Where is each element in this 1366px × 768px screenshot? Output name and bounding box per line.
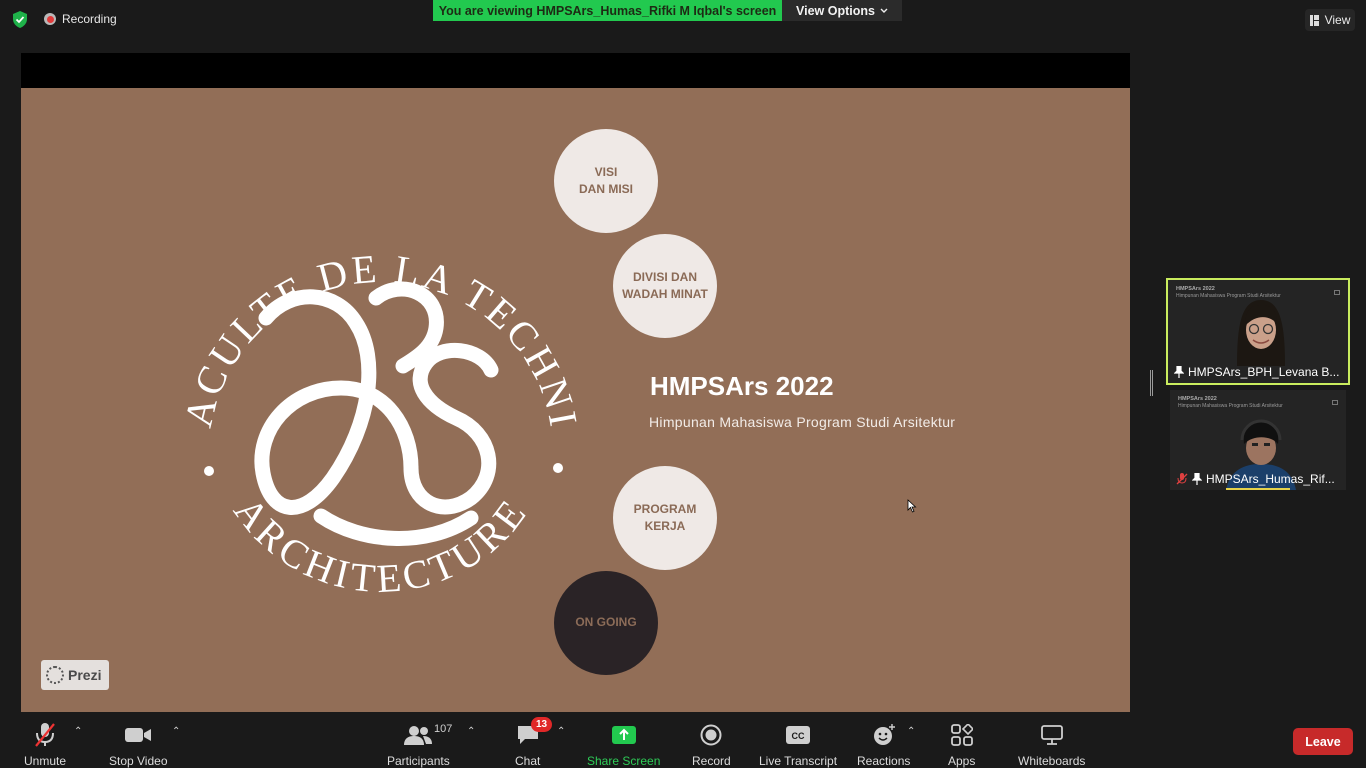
- participant-tile[interactable]: HMPSArs 2022 Himpunan Mahasiswa Program …: [1170, 390, 1346, 490]
- participant-name-bar: HMPSArs_BPH_Levana B...: [1168, 361, 1348, 383]
- pin-icon: [1174, 366, 1184, 378]
- live-transcript-button[interactable]: CC Live Transcript: [759, 722, 837, 768]
- bubble-program-kerja[interactable]: PROGRAM KERJA: [613, 466, 717, 570]
- microphone-muted-icon: [1176, 473, 1188, 485]
- unmute-button[interactable]: Unmute: [24, 722, 66, 768]
- share-screen-button[interactable]: Share Screen: [587, 722, 660, 768]
- shared-screen-slide: LA FACULTE DE LA TECHNIQUE ARCHITECTURE …: [21, 88, 1130, 712]
- chevron-down-icon: [880, 8, 888, 13]
- meeting-toolbar: Unmute ⌃ Stop Video ⌃ Participants 107 ⌃…: [0, 714, 1366, 768]
- mouse-cursor-icon: [907, 499, 917, 513]
- stop-video-label: Stop Video: [109, 754, 168, 768]
- participants-count: 107: [434, 723, 453, 735]
- participants-icon: [404, 726, 433, 745]
- audio-options-caret-icon[interactable]: ⌃: [74, 726, 82, 737]
- tile-mini-slide: HMPSArs 2022 Himpunan Mahasiswa Program …: [1178, 396, 1283, 410]
- chat-label: Chat: [515, 754, 541, 768]
- share-screen-label: Share Screen: [587, 754, 661, 768]
- chat-options-caret-icon[interactable]: ⌃: [557, 726, 565, 737]
- recording-icon: [44, 13, 56, 25]
- leave-button[interactable]: Leave: [1293, 728, 1353, 755]
- microphone-muted-icon: [35, 723, 55, 747]
- reactions-smiley-icon: [873, 724, 895, 745]
- pin-icon: [1192, 473, 1202, 485]
- tile-mini-title: HMPSArs 2022: [1178, 396, 1217, 402]
- prezi-badge[interactable]: Prezi: [41, 660, 109, 690]
- bubble-divisi-dan-wadah-minat[interactable]: DIVISI DAN WADAH MINAT: [613, 234, 717, 338]
- view-grid-icon: [1309, 14, 1319, 26]
- reactions-options-caret-icon[interactable]: ⌃: [907, 726, 915, 737]
- slide-title: HMPSArs 2022: [650, 371, 834, 401]
- view-options-label: View Options: [796, 3, 875, 18]
- reactions-label: Reactions: [857, 754, 911, 768]
- bubble-visi-dan-misi[interactable]: VISI DAN MISI: [554, 129, 658, 233]
- prezi-logo-icon: [46, 666, 64, 684]
- reactions-button[interactable]: Reactions: [857, 722, 910, 768]
- share-screen-icon: [611, 726, 636, 744]
- tile-mini-title: HMPSArs 2022: [1176, 286, 1215, 292]
- view-options-button[interactable]: View Options: [782, 0, 902, 21]
- live-transcript-label: Live Transcript: [759, 754, 838, 768]
- participant-video: [1237, 300, 1285, 366]
- zoom-meeting-window: Recording You are viewing HMPSArs_Humas_…: [0, 0, 1366, 768]
- whiteboards-button[interactable]: Whiteboards: [1018, 722, 1085, 768]
- participant-name: HMPSArs_Humas_Rif...: [1206, 472, 1335, 486]
- record-icon: [700, 724, 722, 746]
- slide-subtitle: Himpunan Mahasiswa Program Studi Arsitek…: [649, 414, 956, 430]
- apps-label: Apps: [948, 754, 976, 768]
- video-options-caret-icon[interactable]: ⌃: [172, 726, 180, 737]
- security-shield-icon[interactable]: [12, 11, 28, 28]
- recording-indicator[interactable]: Recording: [44, 12, 117, 26]
- participant-name-bar: HMPSArs_Humas_Rif...: [1170, 468, 1346, 490]
- participants-options-caret-icon[interactable]: ⌃: [467, 726, 475, 737]
- tile-mini-subtitle: Himpunan Mahasiswa Program Studi Arsitek…: [1178, 403, 1283, 410]
- participants-label: Participants: [387, 754, 450, 768]
- record-button[interactable]: Record: [692, 722, 731, 768]
- whiteboard-icon: [1040, 725, 1063, 745]
- whiteboards-label: Whiteboards: [1018, 754, 1086, 768]
- apps-button[interactable]: Apps: [948, 722, 975, 768]
- closed-caption-icon: CC: [786, 726, 811, 744]
- view-label: View: [1324, 13, 1351, 27]
- shared-screen-letterbox: [21, 53, 1130, 88]
- apps-icon: [950, 724, 973, 746]
- chat-unread-badge: 13: [531, 717, 552, 732]
- prezi-label: Prezi: [68, 667, 102, 683]
- unmute-label: Unmute: [24, 754, 67, 768]
- participant-name: HMPSArs_BPH_Levana B...: [1188, 365, 1340, 379]
- record-label: Record: [692, 754, 731, 768]
- view-layout-button[interactable]: View: [1305, 9, 1355, 31]
- panel-resize-handle[interactable]: [1150, 370, 1153, 396]
- recording-label: Recording: [62, 12, 117, 26]
- tile-mini-icon: [1334, 290, 1340, 295]
- tile-mini-icon: [1332, 400, 1338, 405]
- video-camera-icon: [125, 728, 152, 742]
- ars-emblem-logo: LA FACULTE DE LA TECHNIQUE ARCHITECTURE: [171, 198, 584, 601]
- svg-text:CC: CC: [792, 731, 805, 741]
- participant-tile[interactable]: HMPSArs 2022 Himpunan Mahasiswa Program …: [1166, 278, 1350, 385]
- bubble-on-going[interactable]: ON GOING: [554, 571, 658, 675]
- viewing-screen-banner: You are viewing HMPSArs_Humas_Rifki M Iq…: [433, 0, 782, 21]
- stop-video-button[interactable]: Stop Video: [109, 722, 168, 768]
